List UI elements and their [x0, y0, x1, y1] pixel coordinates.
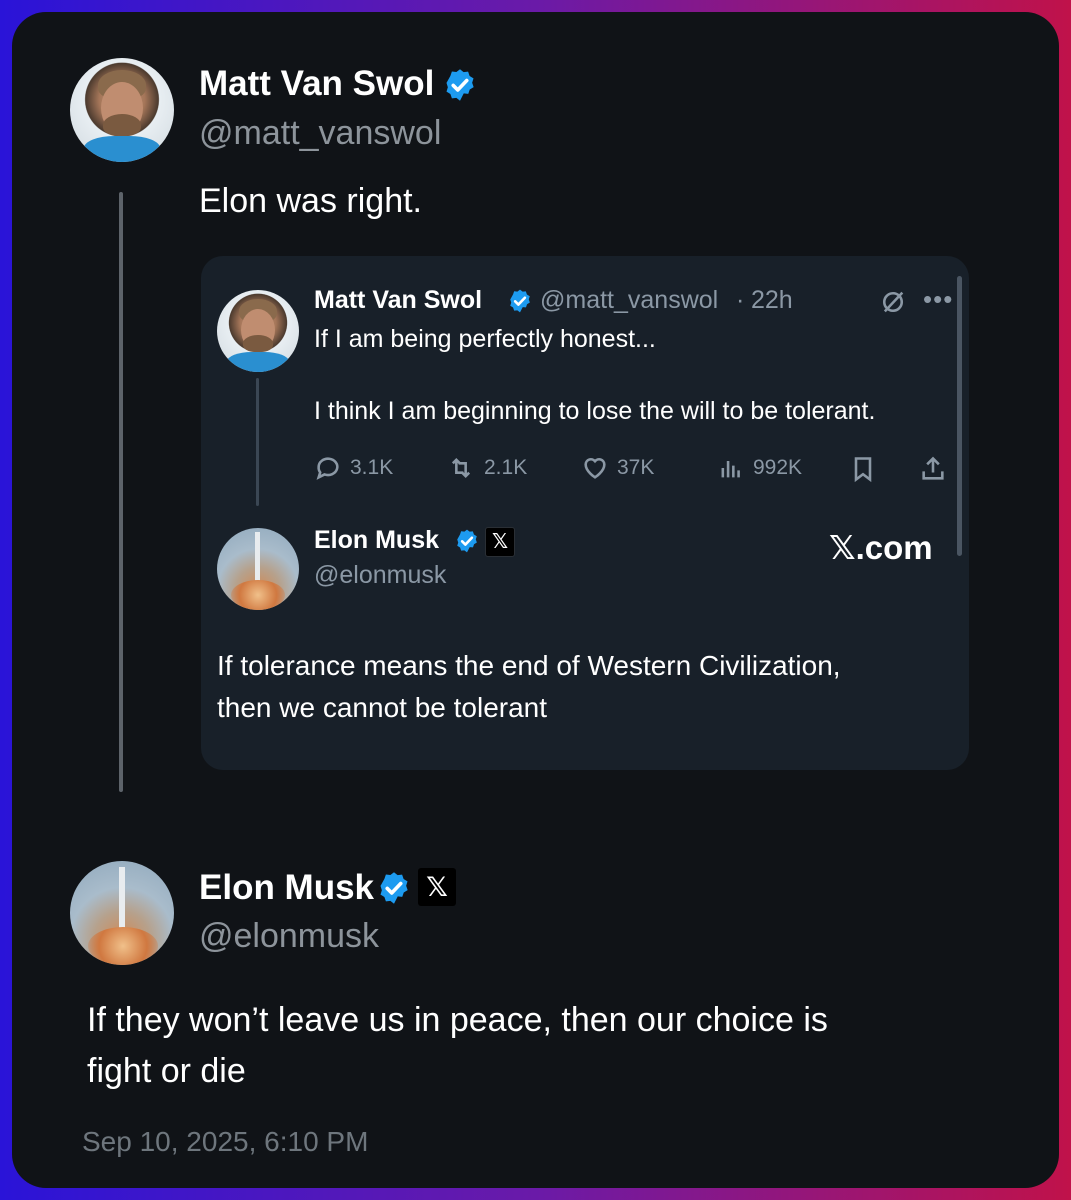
heart-icon [584, 458, 606, 479]
post-card: Matt Van Swol @matt_vanswol Elon was rig… [12, 12, 1059, 1188]
share-icon[interactable] [919, 455, 947, 483]
reply-author-name[interactable]: Elon Musk [199, 868, 374, 908]
verified-badge-icon [380, 872, 408, 904]
grok-icon[interactable] [879, 288, 907, 316]
scrollbar[interactable] [957, 276, 962, 556]
views-count: 992K [753, 456, 803, 479]
xcom-logo: 𝕏.com [829, 529, 933, 566]
author-handle[interactable]: @matt_vanswol [199, 114, 441, 153]
reply-count: 3.1K [350, 456, 394, 479]
quote-author-name: Matt Van Swol [314, 286, 483, 314]
views-stat[interactable]: 992K [717, 454, 802, 482]
bookmark-icon[interactable] [849, 455, 877, 483]
quote-time: 22h [751, 286, 793, 314]
more-options-icon[interactable]: ••• [923, 284, 953, 315]
verified-badge-icon [457, 529, 477, 553]
quote-line-2: I think I am beginning to lose the will … [314, 397, 876, 425]
separator: · [736, 286, 745, 314]
like-stat[interactable]: 37K [581, 454, 654, 482]
reply-text-line-1: If tolerance means the end of Western Ci… [217, 650, 841, 681]
reply-text-line-2: fight or die [87, 1052, 246, 1090]
reply-author-name: Elon Musk [314, 526, 440, 554]
x-affiliation-badge: 𝕏 [485, 527, 515, 557]
tweet-text: Elon was right. [199, 182, 422, 220]
avatar [217, 290, 299, 372]
reply-text-line-2: then we cannot be tolerant [217, 692, 548, 723]
avatar[interactable] [70, 861, 174, 965]
quote-author-handle: @matt_vanswol [540, 286, 719, 314]
avatar [217, 528, 299, 610]
thread-line [119, 192, 123, 792]
retweet-stat[interactable]: 2.1K [446, 454, 527, 482]
reply-icon [316, 457, 339, 480]
avatar[interactable] [70, 58, 174, 162]
verified-badge-icon [446, 69, 474, 101]
quote-line-1: If I am being perfectly honest... [314, 325, 656, 353]
thread-line [256, 378, 259, 506]
views-icon [721, 461, 740, 478]
timestamp[interactable]: Sep 10, 2025, 6:10 PM [82, 1126, 368, 1158]
like-count: 37K [617, 456, 655, 479]
retweet-icon [451, 458, 471, 478]
author-name[interactable]: Matt Van Swol [199, 64, 434, 104]
reply-text-line-1: If they won’t leave us in peace, then ou… [87, 1001, 828, 1039]
reply-author-handle[interactable]: @elonmusk [199, 917, 379, 956]
reply-stat[interactable]: 3.1K [314, 454, 393, 482]
x-affiliation-badge: 𝕏 [418, 868, 456, 906]
reply-author-handle: @elonmusk [314, 561, 447, 589]
verified-badge-icon [510, 289, 530, 313]
retweet-count: 2.1K [484, 456, 528, 479]
quoted-screenshot[interactable]: Matt Van Swol @matt_vanswol · 22h ••• If… [201, 256, 969, 770]
